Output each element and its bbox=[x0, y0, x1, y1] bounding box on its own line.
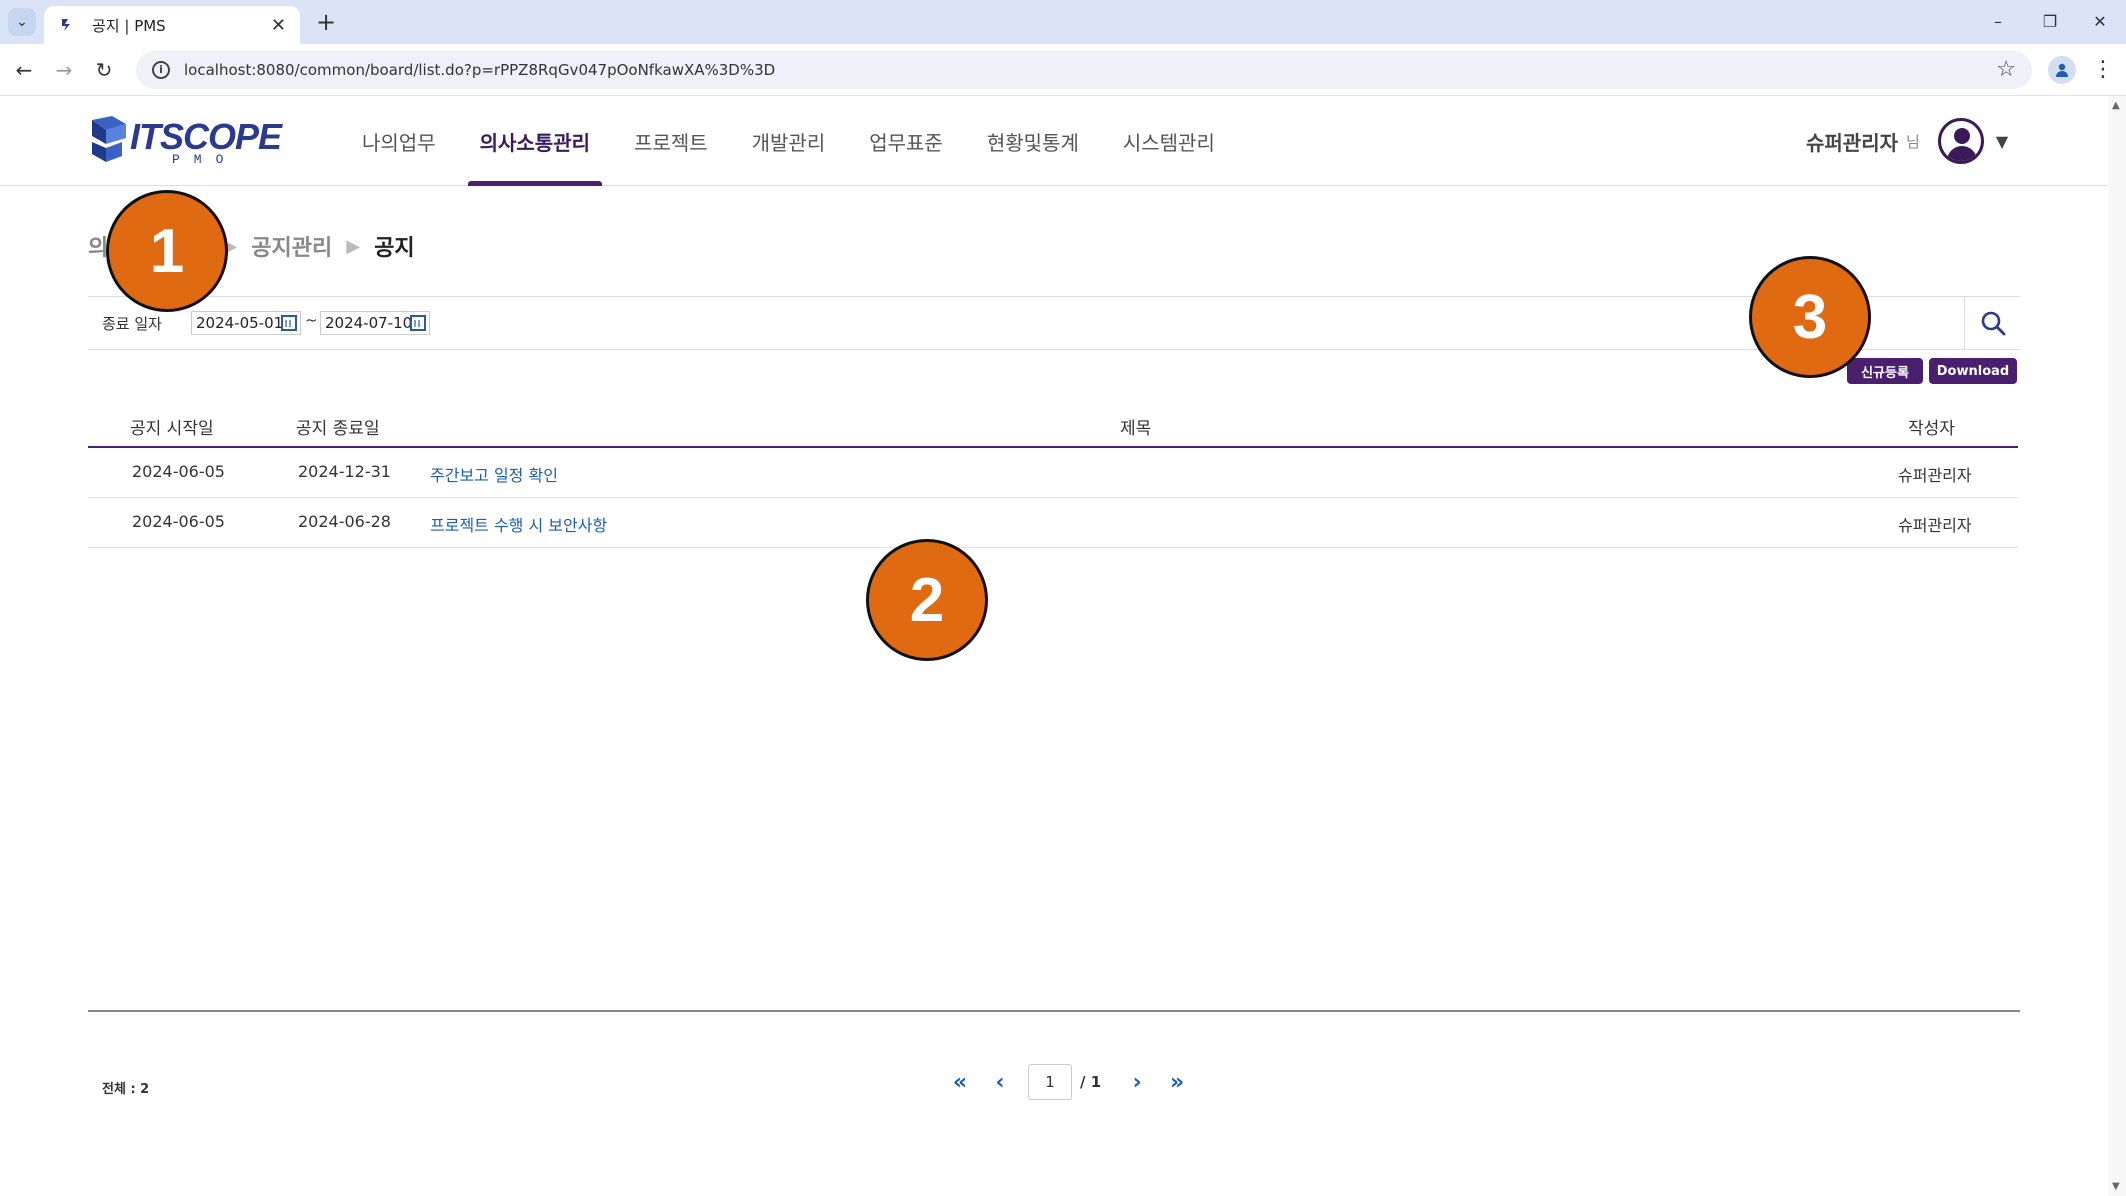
date-to-value: 2024-07-10 bbox=[325, 314, 413, 332]
search-filter-bar: 종료 일자 2024-05-01 ~ 2024-07-10 bbox=[88, 296, 2020, 350]
user-suffix: 님 bbox=[1906, 132, 1920, 151]
minimize-button[interactable]: – bbox=[1978, 8, 2018, 36]
new-tab-button[interactable]: + bbox=[312, 8, 340, 36]
download-button[interactable]: Download bbox=[1929, 358, 2017, 384]
next-page-icon[interactable]: › bbox=[1117, 1070, 1157, 1095]
cell-end-date: 2024-12-31 bbox=[298, 462, 391, 481]
cell-start-date: 2024-06-05 bbox=[132, 512, 225, 531]
browser-address-bar: ← → ↻ i localhost:8080/common/board/list… bbox=[0, 44, 2126, 96]
nav-my-work[interactable]: 나의업무 bbox=[340, 96, 458, 186]
column-header-author[interactable]: 작성자 bbox=[1908, 414, 1955, 439]
column-header-start-date[interactable]: 공지 시작일 bbox=[130, 414, 214, 439]
nav-project[interactable]: 프로젝트 bbox=[612, 96, 730, 186]
breadcrumb-item[interactable]: 공지관리 bbox=[251, 230, 332, 262]
tab-search-chevron-icon[interactable]: ⌄ bbox=[8, 8, 36, 36]
profile-icon[interactable] bbox=[2048, 56, 2076, 84]
breadcrumb-separator-icon: ▶ bbox=[346, 235, 361, 257]
annotation-badge-2: 2 bbox=[866, 539, 988, 661]
column-header-end-date[interactable]: 공지 종료일 bbox=[296, 414, 380, 439]
page-scrollbar[interactable]: ▲ ▼ bbox=[2108, 96, 2126, 1196]
site-info-icon[interactable]: i bbox=[152, 61, 170, 79]
nav-development[interactable]: 개발관리 bbox=[730, 96, 848, 186]
browser-menu-icon[interactable]: ⋮ bbox=[2092, 54, 2114, 86]
forward-arrow-icon[interactable]: → bbox=[50, 56, 78, 84]
search-button[interactable] bbox=[1964, 297, 2020, 349]
cell-author: 슈퍼관리자 bbox=[1898, 516, 1972, 535]
url-text[interactable]: localhost:8080/common/board/list.do?p=rP… bbox=[184, 61, 775, 79]
bookmark-star-icon[interactable]: ☆ bbox=[1996, 57, 2016, 82]
page-title: 공지 bbox=[374, 236, 415, 261]
tab-close-icon[interactable]: ✕ bbox=[271, 15, 286, 36]
avatar-icon[interactable] bbox=[1937, 118, 1984, 164]
user-menu[interactable]: 슈퍼관리자 님 ▼ bbox=[1806, 116, 2008, 166]
app-header: ITSCOPE PMO 나의업무 의사소통관리 프로젝트 개발관리 업무표준 현… bbox=[0, 96, 2108, 186]
table-row[interactable]: 2024-06-05 2024-06-28 프로젝트 수행 시 보안사항 슈퍼관… bbox=[88, 498, 2018, 548]
url-omnibox[interactable]: i localhost:8080/common/board/list.do?p=… bbox=[136, 51, 2032, 89]
total-count: 전체 : 2 bbox=[102, 1082, 150, 1097]
browser-tab-bar: ⌄ 공지 | PMS ✕ + – ❐ ✕ bbox=[0, 0, 2126, 44]
cell-end-date: 2024-06-28 bbox=[298, 512, 391, 531]
annotation-badge-3: 3 bbox=[1749, 256, 1871, 378]
scroll-down-icon[interactable]: ▼ bbox=[2112, 1181, 2120, 1192]
browser-tab-active[interactable]: 공지 | PMS ✕ bbox=[44, 6, 300, 44]
first-page-icon[interactable]: « bbox=[940, 1070, 980, 1095]
page-total: / 1 bbox=[1080, 1073, 1102, 1091]
logo-mark-icon bbox=[92, 116, 126, 162]
logo-subtext: PMO bbox=[172, 152, 238, 167]
grid-bottom-divider bbox=[88, 1010, 2020, 1012]
close-window-button[interactable]: ✕ bbox=[2080, 8, 2120, 36]
restore-button[interactable]: ❐ bbox=[2030, 8, 2070, 36]
page-number-input[interactable]: 1 bbox=[1028, 1064, 1072, 1100]
tab-title: 공지 | PMS bbox=[92, 16, 166, 35]
last-page-icon[interactable]: » bbox=[1157, 1070, 1197, 1095]
column-header-title[interactable]: 제목 bbox=[1120, 414, 1151, 439]
nav-communication[interactable]: 의사소통관리 bbox=[458, 96, 612, 186]
nav-system[interactable]: 시스템관리 bbox=[1101, 96, 1237, 186]
nav-work-standard[interactable]: 업무표준 bbox=[847, 96, 965, 186]
notice-table: 공지 시작일 공지 종료일 제목 작성자 2024-06-05 2024-12-… bbox=[88, 404, 2018, 548]
table-header: 공지 시작일 공지 종료일 제목 작성자 bbox=[88, 404, 2018, 448]
itscope-logo[interactable]: ITSCOPE PMO bbox=[86, 114, 282, 170]
caret-down-icon[interactable]: ▼ bbox=[1996, 132, 2008, 151]
table-row[interactable]: 2024-06-05 2024-12-31 주간보고 일정 확인 슈퍼관리자 bbox=[88, 448, 2018, 498]
main-navigation: 나의업무 의사소통관리 프로젝트 개발관리 업무표준 현황및통계 시스템관리 bbox=[340, 96, 1237, 186]
reload-icon[interactable]: ↻ bbox=[90, 56, 118, 84]
pagination: « ‹ 1 / 1 › » bbox=[940, 1064, 1197, 1100]
scroll-up-icon[interactable]: ▲ bbox=[2112, 100, 2120, 111]
date-range-separator: ~ bbox=[305, 311, 318, 329]
date-from-input[interactable]: 2024-05-01 bbox=[191, 311, 301, 335]
cell-start-date: 2024-06-05 bbox=[132, 462, 225, 481]
end-date-label: 종료 일자 bbox=[102, 315, 162, 333]
annotation-badge-1: 1 bbox=[106, 190, 228, 312]
calendar-icon[interactable] bbox=[281, 315, 297, 331]
user-name: 슈퍼관리자 bbox=[1806, 130, 1898, 155]
nav-status-statistics[interactable]: 현황및통계 bbox=[965, 96, 1101, 186]
date-from-value: 2024-05-01 bbox=[196, 314, 284, 332]
site-favicon-icon bbox=[58, 15, 78, 35]
cell-author: 슈퍼관리자 bbox=[1898, 466, 1972, 485]
calendar-icon[interactable] bbox=[410, 315, 426, 331]
back-arrow-icon[interactable]: ← bbox=[10, 56, 38, 84]
cell-title-link[interactable]: 주간보고 일정 확인 bbox=[430, 462, 558, 486]
prev-page-icon[interactable]: ‹ bbox=[980, 1070, 1020, 1095]
search-icon bbox=[1981, 311, 2005, 336]
date-to-input[interactable]: 2024-07-10 bbox=[320, 311, 430, 335]
cell-title-link[interactable]: 프로젝트 수행 시 보안사항 bbox=[430, 512, 607, 536]
new-notice-button[interactable]: 신규등록 bbox=[1847, 358, 1923, 384]
